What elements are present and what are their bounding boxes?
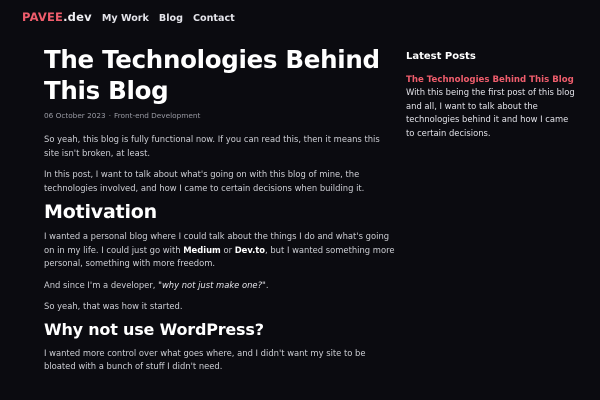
post-title-line-2: This Blog bbox=[44, 76, 169, 105]
latest-post-excerpt: With this being the first post of this b… bbox=[406, 87, 575, 138]
sidebar: Latest Posts The Technologies Behind Thi… bbox=[406, 51, 578, 140]
nav-link-blog[interactable]: Blog bbox=[159, 13, 183, 24]
motivation-heading: Motivation bbox=[44, 201, 157, 223]
intro-paragraph-2: In this post, I want to talk about what'… bbox=[44, 169, 365, 193]
latest-posts-heading: Latest Posts bbox=[406, 51, 476, 62]
post-date: 06 October 2023 bbox=[44, 111, 106, 120]
motivation-text-or: or bbox=[220, 244, 235, 255]
motivation-quote: "why not just make one?" bbox=[158, 279, 266, 290]
motivation-p2-text-b: . bbox=[265, 279, 269, 290]
devto-mention: Dev.to bbox=[234, 244, 266, 255]
wordpress-heading: Why not use WordPress? bbox=[44, 319, 264, 339]
post-meta: 06 October 2023 · Front-end Development bbox=[44, 111, 396, 120]
intro-paragraph-1: So yeah, this blog is fully functional n… bbox=[44, 134, 380, 158]
navbar: PAVEE.dev My Work Blog Contact bbox=[22, 10, 235, 24]
nav-link-contact[interactable]: Contact bbox=[193, 13, 235, 24]
post-title: The Technologies Behind This Blog bbox=[44, 44, 396, 106]
site-logo-link[interactable]: PAVEE.dev bbox=[22, 10, 92, 24]
meta-separator: · bbox=[108, 111, 112, 120]
motivation-p2-text-a: And since I'm a developer, bbox=[44, 279, 159, 290]
wordpress-paragraph-1: I wanted more control over what goes whe… bbox=[44, 347, 366, 372]
latest-post-link[interactable]: The Technologies Behind This Blog bbox=[406, 75, 578, 85]
motivation-paragraph-3: So yeah, that was how it started. bbox=[44, 301, 183, 311]
blog-post: The Technologies Behind This Blog 06 Oct… bbox=[44, 44, 396, 374]
medium-mention: Medium bbox=[183, 244, 221, 255]
motivation-paragraph-2: And since I'm a developer, "why not just… bbox=[44, 279, 396, 293]
brand-tld: .dev bbox=[63, 10, 92, 24]
nav-link-my-work[interactable]: My Work bbox=[102, 13, 149, 24]
brand-name: PAVEE bbox=[22, 10, 64, 24]
post-title-line-1: The Technologies Behind bbox=[44, 45, 380, 74]
motivation-paragraph-1: I wanted a personal blog where I could t… bbox=[44, 230, 396, 271]
post-category-link[interactable]: Front-end Development bbox=[114, 111, 200, 120]
page: PAVEE.dev My Work Blog Contact The Techn… bbox=[0, 0, 600, 400]
